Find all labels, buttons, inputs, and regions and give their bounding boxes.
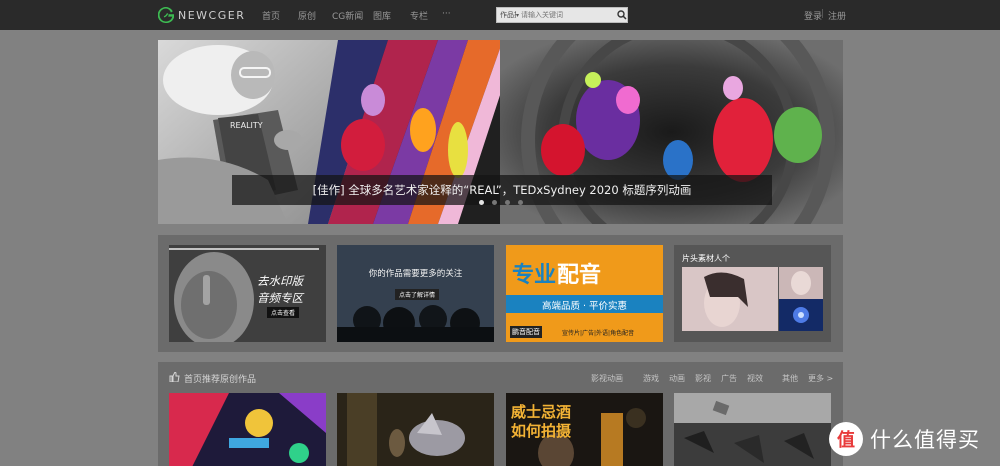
zhi-logo-icon: 值 [829, 422, 863, 456]
ad-card-voiceover[interactable]: 专业 配音 高端品质 · 平价实惠 鹏音配音 宣传片|广告|外语|角色配音 [506, 245, 663, 342]
nav-item-column[interactable]: 专栏 [410, 9, 428, 22]
search-box: 作品搜索 ▾ [496, 7, 628, 23]
ad-card-line1: 去水印版 [257, 274, 303, 288]
ad-card-title: 片头素材人个 [682, 254, 730, 263]
ad-card-portrait-image [682, 267, 778, 331]
category-link[interactable]: 影视动画 [591, 373, 623, 384]
work-thumbnail[interactable] [337, 393, 494, 466]
top-navigation-bar: NEWCGER 首页 原创 CG新闻 图库 专栏 ··· 作品搜索 ▾ 登录 |… [0, 0, 1000, 30]
recommended-title: 首页推荐原创作品 [184, 375, 257, 385]
ad-card-get-attention[interactable]: 你的作品需要更多的关注 点击了解详情 [337, 245, 494, 342]
site-logo[interactable]: NEWCGER [158, 7, 245, 23]
banner-dot[interactable] [504, 200, 510, 205]
ad-card-space-image [779, 267, 823, 331]
work-thumbnail[interactable] [169, 393, 326, 466]
ad-card-headline: 你的作品需要更多的关注 [368, 269, 463, 279]
banner-dot[interactable] [478, 200, 484, 205]
nav-item-gallery[interactable]: 图库 [373, 9, 391, 22]
chevron-down-icon[interactable]: ▾ [516, 12, 519, 19]
watermark-text: 什么值得买 [870, 428, 980, 452]
search-input[interactable] [521, 9, 617, 21]
search-type-select[interactable]: 作品搜索 [497, 10, 516, 20]
ad-card-tagline: 宣传片|广告|外语|角色配音 [562, 330, 635, 337]
search-icon [617, 10, 627, 20]
logo-icon [158, 7, 174, 23]
nav-item-more[interactable]: ··· [442, 9, 451, 19]
banner-dot[interactable] [517, 200, 523, 205]
thumbnail-artwork [674, 393, 831, 466]
recommended-section: 首页推荐原创作品 影视动画 游戏 动画 影视 广告 视效 其他 更多 > 威士忌… [158, 362, 843, 466]
register-link[interactable]: 注册 [828, 9, 846, 22]
ad-card-subline: 高端品质 · 平价实惠 [541, 301, 628, 312]
ad-card-logo: 鹏音配音 [510, 326, 542, 338]
nav-item-cg-news[interactable]: CG新闻 [332, 9, 363, 22]
nav-item-home[interactable]: 首页 [262, 9, 280, 22]
thumbnail-artwork [169, 393, 326, 466]
ad-card-headline-part2: 配音 [557, 263, 602, 288]
search-button[interactable] [617, 8, 627, 22]
svg-text:值: 值 [837, 429, 855, 451]
ad-card-watermark-free-audio[interactable]: 去水印版 音频专区 点击查看 [169, 245, 326, 342]
recommended-header: 首页推荐原创作品 影视动画 游戏 动画 影视 广告 视效 其他 更多 > [158, 362, 843, 392]
ad-card-button[interactable]: 点击查看 [267, 307, 300, 318]
ad-card-portrait-clips[interactable]: 片头素材人个 [674, 245, 831, 342]
banner-dot[interactable] [491, 200, 497, 205]
login-link[interactable]: 登录 [804, 9, 822, 22]
hero-banner[interactable]: REALITY [佳作] 全球多名艺术家诠释的“REAL”，TEDxSydney… [158, 40, 843, 224]
category-link[interactable]: 影视 [695, 373, 711, 384]
auth-divider: | [821, 9, 825, 19]
thumbnail-title-line1: 威士忌酒 [511, 403, 572, 421]
thumbnail-artwork [337, 393, 494, 466]
work-thumbnail[interactable]: 威士忌酒 如何拍摄 [506, 393, 663, 466]
ad-card-button[interactable]: 点击了解详情 [395, 289, 440, 300]
category-link[interactable]: 游戏 [643, 373, 659, 384]
category-link[interactable]: 动画 [669, 373, 685, 384]
book-cover-text: REALITY [230, 121, 263, 130]
category-link[interactable]: 广告 [721, 373, 737, 384]
category-link[interactable]: 视效 [747, 373, 763, 384]
site-watermark: 值 什么值得买 [828, 421, 980, 457]
work-thumbnail[interactable] [674, 393, 831, 466]
ad-row: 去水印版 音频专区 点击查看 你的作品需要更多的关注 点击了解详情 专业 配音 … [158, 235, 843, 352]
category-link[interactable]: 其他 [782, 373, 798, 384]
more-link[interactable]: 更多 > [808, 373, 833, 384]
banner-pagination [158, 200, 843, 205]
nav-item-original[interactable]: 原创 [298, 9, 316, 22]
ad-card-line2: 音频专区 [257, 291, 303, 305]
thumbs-up-icon [169, 372, 180, 382]
thumbnail-title-line2: 如何拍摄 [511, 422, 572, 440]
logo-text: NEWCGER [178, 8, 246, 22]
ad-card-headline-part1: 专业 [512, 263, 557, 288]
